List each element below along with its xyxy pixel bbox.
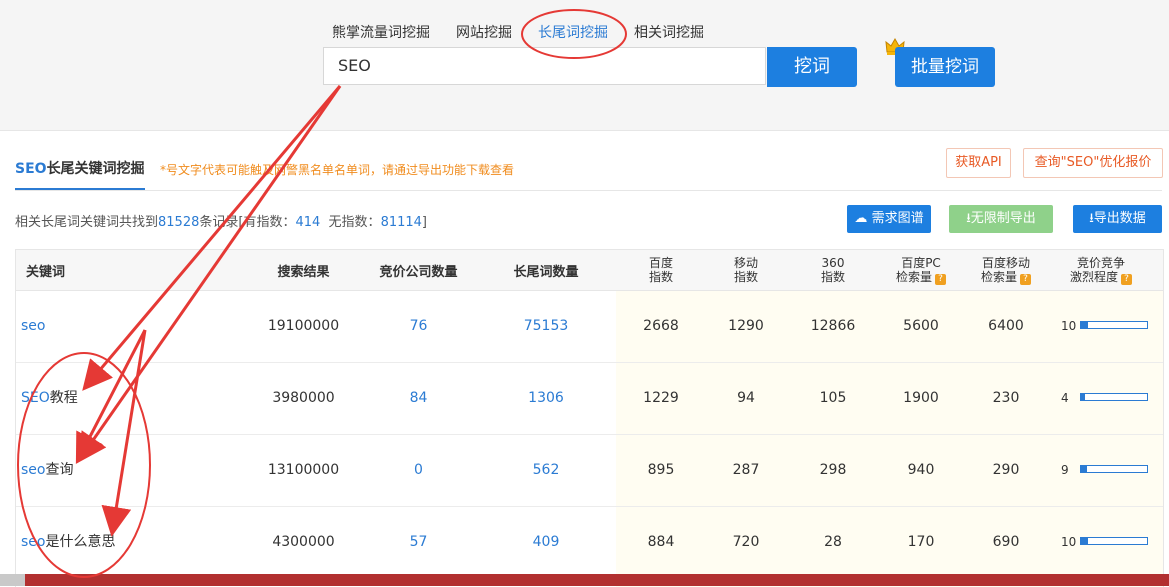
cell-keyword[interactable]: seo查询 bbox=[21, 434, 241, 506]
panel-title: SEO长尾关键词挖掘 bbox=[15, 158, 145, 190]
quote-button[interactable]: 查询"SEO"优化报价 bbox=[1023, 148, 1163, 178]
cell-mobile-index: 1290 bbox=[728, 318, 764, 334]
cell-bid-companies[interactable]: 0 bbox=[361, 434, 476, 506]
cell-360-index: 105 bbox=[819, 390, 847, 406]
col-keyword[interactable]: 关键词 bbox=[26, 250, 86, 290]
col-pc-search[interactable]: 百度PC 检索量? bbox=[881, 250, 961, 290]
tab-related[interactable]: 相关词挖掘 bbox=[634, 22, 704, 44]
tab-longtail[interactable]: 长尾词挖掘 bbox=[538, 22, 608, 44]
col-360-index[interactable]: 360 指数 bbox=[803, 250, 863, 290]
demand-map-button[interactable]: ☁ 需求图谱 bbox=[847, 205, 931, 233]
cell-bid-companies[interactable]: 84 bbox=[361, 362, 476, 434]
competition-value: 10 bbox=[1061, 319, 1077, 333]
cell-pc-search: 940 bbox=[907, 462, 935, 478]
cell-360-index: 12866 bbox=[810, 318, 856, 334]
cell-longtail[interactable]: 409 bbox=[496, 506, 596, 578]
cloud-icon: ☁ bbox=[854, 211, 868, 226]
total-count: 81528 bbox=[158, 215, 200, 230]
competition-bar-fill bbox=[1081, 538, 1088, 544]
cell-keyword[interactable]: SEO教程 bbox=[21, 362, 241, 434]
competition-bar bbox=[1080, 537, 1148, 545]
cell-mobile-search: 6400 bbox=[988, 318, 1024, 334]
panel-note: *号文字代表可能触及网警黑名单名单词，请通过导出功能下载查看 bbox=[160, 163, 515, 177]
cell-results: 19100000 bbox=[267, 318, 340, 334]
cell-bid-companies[interactable]: 57 bbox=[361, 506, 476, 578]
help-icon[interactable]: ? bbox=[1020, 273, 1031, 285]
col-mobile-search[interactable]: 百度移动 检索量? bbox=[966, 250, 1046, 290]
competition-value: 9 bbox=[1061, 463, 1069, 477]
cell-longtail[interactable]: 75153 bbox=[496, 290, 596, 362]
col-mobile-index[interactable]: 移动 指数 bbox=[716, 250, 776, 290]
col-bid-companies[interactable]: 竞价公司数量 bbox=[361, 250, 476, 290]
cell-keyword[interactable]: seo bbox=[21, 290, 241, 362]
cell-baidu-index: 884 bbox=[647, 534, 675, 550]
tab-xiongzhang[interactable]: 熊掌流量词挖掘 bbox=[332, 22, 430, 44]
table-row: seo查询 13100000 0 562 895 287 298 940 290 9 bbox=[16, 434, 1163, 507]
without-index-count: 81114 bbox=[380, 215, 422, 230]
cell-360-index: 298 bbox=[819, 462, 847, 478]
cell-results: 13100000 bbox=[267, 462, 340, 478]
taskbar-strip bbox=[0, 574, 1169, 586]
search-tabs: 熊掌流量词挖掘 网站挖掘 长尾词挖掘 相关词挖掘 bbox=[332, 22, 730, 44]
panel-header: SEO长尾关键词挖掘 *号文字代表可能触及网警黑名单名单词，请通过导出功能下载查… bbox=[15, 148, 1163, 191]
batch-button[interactable]: 批量挖词 bbox=[895, 47, 995, 87]
cell-mobile-search: 690 bbox=[992, 534, 1020, 550]
col-longtail[interactable]: 长尾词数量 bbox=[496, 250, 596, 290]
unlimited-export-button[interactable]: ⭳无限制导出 bbox=[949, 205, 1053, 233]
cell-keyword[interactable]: seo是什么意思 bbox=[21, 506, 241, 578]
table-row: SEO教程 3980000 84 1306 1229 94 105 1900 230 4 bbox=[16, 362, 1163, 435]
col-competition[interactable]: 竞价竞争 激烈程度? bbox=[1061, 250, 1141, 290]
get-api-button[interactable]: 获取API bbox=[946, 148, 1011, 178]
table-header: 关键词 搜索结果 竞价公司数量 长尾词数量 百度 指数 移动 指数 360 指数 百度… bbox=[16, 250, 1163, 291]
competition-bar bbox=[1080, 465, 1148, 473]
cell-bid-companies[interactable]: 76 bbox=[361, 290, 476, 362]
cell-baidu-index: 1229 bbox=[643, 390, 679, 406]
cell-baidu-index: 2668 bbox=[643, 318, 679, 334]
competition-bar-fill bbox=[1081, 394, 1085, 400]
table-row: seo是什么意思 4300000 57 409 884 720 28 170 690 10 bbox=[16, 506, 1163, 579]
competition-bar bbox=[1080, 393, 1148, 401]
cell-longtail[interactable]: 1306 bbox=[496, 362, 596, 434]
cell-pc-search: 1900 bbox=[903, 390, 939, 406]
competition-bar bbox=[1080, 321, 1148, 329]
competition-bar-fill bbox=[1081, 466, 1087, 472]
tab-site[interactable]: 网站挖掘 bbox=[456, 22, 512, 44]
cell-longtail[interactable]: 562 bbox=[496, 434, 596, 506]
cell-mobile-index: 720 bbox=[732, 534, 760, 550]
cell-results: 3980000 bbox=[272, 390, 335, 406]
cell-results: 4300000 bbox=[272, 534, 335, 550]
cell-baidu-index: 895 bbox=[647, 462, 675, 478]
cell-mobile-index: 287 bbox=[732, 462, 760, 478]
help-icon[interactable]: ? bbox=[935, 273, 946, 285]
search-button[interactable]: 挖词 bbox=[767, 47, 857, 87]
cell-360-index: 28 bbox=[824, 534, 842, 550]
competition-value: 10 bbox=[1061, 535, 1077, 549]
col-results[interactable]: 搜索结果 bbox=[256, 250, 351, 290]
cell-pc-search: 170 bbox=[907, 534, 935, 550]
col-baidu-index[interactable]: 百度 指数 bbox=[631, 250, 691, 290]
search-input[interactable]: SEO bbox=[323, 47, 766, 85]
help-icon[interactable]: ? bbox=[1121, 273, 1132, 285]
cell-mobile-index: 94 bbox=[737, 390, 755, 406]
table-row: seo 19100000 76 75153 2668 1290 12866 5600 6400 1… bbox=[16, 290, 1163, 363]
cell-pc-search: 5600 bbox=[903, 318, 939, 334]
export-button[interactable]: ⭳导出数据 bbox=[1073, 205, 1162, 233]
competition-bar-fill bbox=[1081, 322, 1088, 328]
cell-mobile-search: 230 bbox=[992, 390, 1020, 406]
with-index-count: 414 bbox=[295, 215, 321, 230]
cell-mobile-search: 290 bbox=[992, 462, 1020, 478]
keyword-table: 关键词 搜索结果 竞价公司数量 长尾词数量 百度 指数 移动 指数 360 指数 百度… bbox=[15, 249, 1164, 587]
result-summary: 相关长尾词关键词共找到81528条记录[有指数：414 无指数：81114] bbox=[15, 215, 427, 230]
competition-value: 4 bbox=[1061, 391, 1069, 405]
